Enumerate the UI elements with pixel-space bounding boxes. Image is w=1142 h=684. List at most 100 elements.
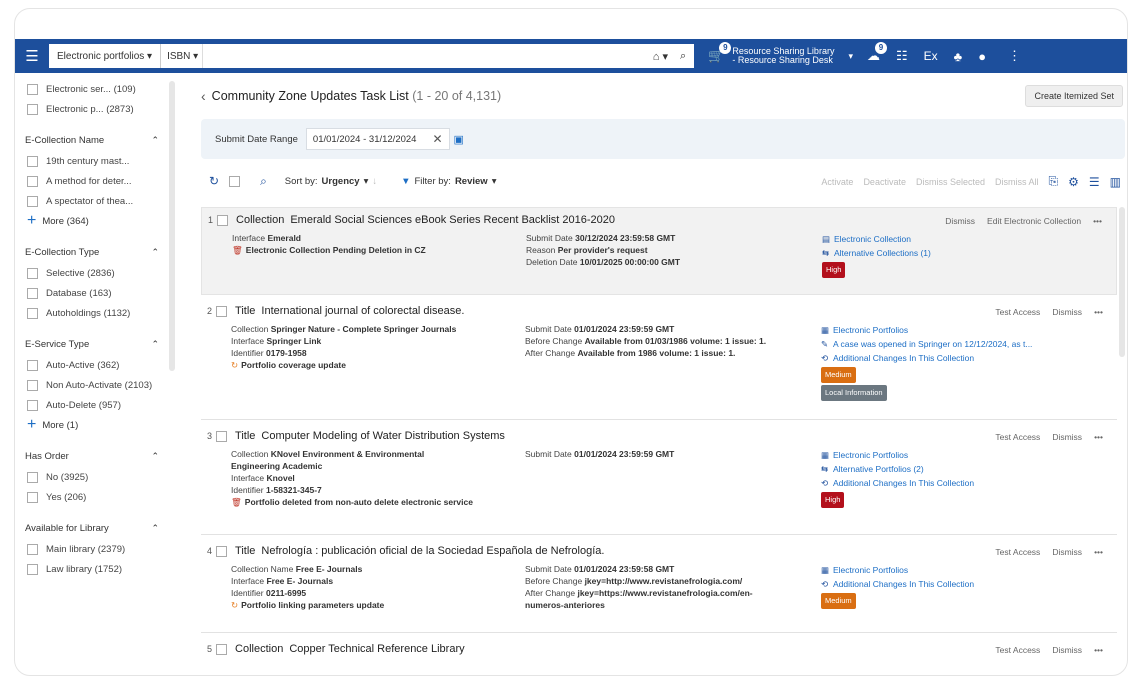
dismiss-all-button[interactable]: Dismiss All [995, 177, 1039, 187]
row-link[interactable]: ▦ Electronic Portfolios [821, 563, 1091, 577]
checkbox[interactable] [27, 359, 38, 371]
row-action-button[interactable]: Dismiss [945, 216, 975, 226]
link-text[interactable]: Electronic Portfolios [833, 325, 908, 335]
search-icon[interactable]: ⌕ [680, 50, 686, 63]
link-text[interactable]: A case was opened in Springer on 12/12/2… [833, 339, 1032, 349]
date-range-input[interactable]: 01/01/2024 - 31/12/2024 ✕ [305, 128, 450, 150]
deactivate-button[interactable]: Deactivate [863, 177, 906, 187]
checkbox[interactable] [27, 103, 38, 115]
row-checkbox[interactable] [216, 643, 228, 655]
facet-item[interactable]: Electronic p... (2873) [15, 99, 183, 119]
row-action-button[interactable]: Edit Electronic Collection [987, 216, 1081, 226]
facet-item[interactable]: Auto-Delete (957) [15, 395, 183, 415]
search-input[interactable]: ⌂ ▾ ⌕ [202, 44, 695, 68]
link-text[interactable]: Additional Changes In This Collection [833, 353, 974, 363]
row-title[interactable]: Nefrología : publicación oficial de la S… [261, 545, 604, 557]
collapse-chevron-icon[interactable]: ⌃ [151, 523, 159, 534]
row-action-button[interactable]: Test Access [995, 307, 1040, 317]
row-checkbox[interactable] [216, 305, 228, 317]
clear-icon[interactable]: ✕ [432, 132, 442, 146]
facet-more-link[interactable]: + More (1) [15, 415, 183, 435]
checkbox[interactable] [27, 195, 38, 207]
sort-select[interactable]: Urgency [322, 176, 360, 187]
flame-icon[interactable]: ♣ [954, 49, 963, 64]
resource-sharing-desk-select[interactable]: Resource Sharing Library - Resource Shar… [732, 47, 834, 65]
row-link[interactable]: ⟲ Additional Changes In This Collection [821, 577, 1091, 591]
checkbox[interactable] [27, 287, 38, 299]
activate-button[interactable]: Activate [821, 177, 853, 187]
list-view-icon[interactable]: ☰ [1089, 175, 1100, 189]
checkbox[interactable] [27, 491, 38, 503]
row-action-button[interactable]: Test Access [995, 432, 1040, 442]
facet-item[interactable]: Autoholdings (1132) [15, 303, 183, 323]
row-action-button[interactable]: ••• [1093, 216, 1102, 226]
search-field-select[interactable]: ISBN ▾ [161, 44, 203, 68]
link-text[interactable]: Electronic Portfolios [833, 565, 908, 575]
sort-order-icon[interactable]: ↓ [372, 176, 377, 187]
export-icon[interactable]: ⎘ [1049, 174, 1059, 189]
clipboard-icon[interactable]: ☷ [896, 48, 908, 64]
row-action-button[interactable]: Test Access [995, 547, 1040, 557]
row-action-button[interactable]: ••• [1094, 432, 1103, 442]
checkbox[interactable] [27, 399, 38, 411]
alma-logo-icon[interactable]: ☰ [15, 39, 49, 73]
row-link[interactable]: ▦ Electronic Portfolios [821, 448, 1091, 462]
facet-item[interactable]: 19th century mast... [15, 151, 183, 171]
calendar-icon[interactable]: ▣ [454, 133, 464, 146]
collapse-chevron-icon[interactable]: ⌃ [151, 135, 159, 146]
link-text[interactable]: Electronic Collection [834, 234, 911, 244]
checkbox[interactable] [27, 175, 38, 187]
checkbox[interactable] [27, 307, 38, 319]
task-row[interactable]: 2 Title International journal of colorecta… [201, 299, 1117, 420]
sort-chevron-icon[interactable]: ▾ [364, 176, 369, 187]
sidebar-scrollbar[interactable] [169, 81, 175, 371]
row-checkbox[interactable] [216, 430, 228, 442]
row-checkbox[interactable] [216, 545, 228, 557]
filter-select[interactable]: Review [455, 176, 488, 187]
row-link[interactable]: ⇆ Alternative Portfolios (2) [821, 462, 1091, 476]
collapse-chevron-icon[interactable]: ⌃ [151, 247, 159, 258]
facet-item[interactable]: Yes (206) [15, 487, 183, 507]
row-link[interactable]: ⇆ Alternative Collections (1) [822, 246, 1092, 260]
row-checkbox[interactable] [217, 214, 229, 226]
facet-item[interactable]: No (3925) [15, 467, 183, 487]
ex-libris-label[interactable]: Ex [924, 49, 938, 63]
row-action-button[interactable]: Dismiss [1052, 547, 1082, 557]
rs-chevron-icon[interactable]: ▾ [848, 51, 853, 62]
more-vert-icon[interactable]: ⋮ [1008, 48, 1021, 64]
back-icon[interactable]: ‹ [201, 88, 206, 104]
facet-item[interactable]: Auto-Active (362) [15, 355, 183, 375]
refresh-icon[interactable]: ↻ [209, 174, 219, 188]
row-link[interactable]: ⟲ Additional Changes In This Collection [821, 476, 1091, 490]
row-link[interactable]: ▦ Electronic Portfolios [821, 323, 1091, 337]
split-view-icon[interactable]: ▥ [1110, 175, 1121, 189]
list-scrollbar[interactable] [1119, 207, 1125, 357]
facet-item[interactable]: Law library (1752) [15, 559, 183, 579]
row-action-button[interactable]: Dismiss [1052, 307, 1082, 317]
checkbox[interactable] [27, 83, 38, 95]
create-itemized-set-button[interactable]: Create Itemized Set [1025, 85, 1123, 107]
search-list-icon[interactable]: ⌕ [260, 174, 267, 189]
facet-more-link[interactable]: + More (364) [15, 211, 183, 231]
row-title[interactable]: International journal of colorectal dise… [261, 305, 464, 317]
row-title[interactable]: Emerald Social Sciences eBook Series Rec… [290, 214, 615, 226]
link-text[interactable]: Alternative Portfolios (2) [833, 464, 924, 474]
collapse-chevron-icon[interactable]: ⌃ [151, 339, 159, 350]
facet-group-header[interactable]: Has Order ⌃ [15, 445, 183, 467]
row-link[interactable]: ⟲ Additional Changes In This Collection [821, 351, 1091, 365]
row-title[interactable]: Copper Technical Reference Library [289, 643, 464, 655]
checkbox[interactable] [27, 563, 38, 575]
task-row[interactable]: 1 Collection Emerald Social Sciences eBook… [201, 207, 1117, 295]
facet-item[interactable]: Main library (2379) [15, 539, 183, 559]
task-row[interactable]: 4 Title Nefrología : publicación oficial d… [201, 539, 1117, 633]
facet-group-header[interactable]: E-Service Type ⌃ [15, 333, 183, 355]
facet-item[interactable]: Non Auto-Activate (2103) [15, 375, 183, 395]
link-text[interactable]: Alternative Collections (1) [834, 248, 931, 258]
row-action-button[interactable]: Dismiss [1052, 432, 1082, 442]
row-action-button[interactable]: ••• [1094, 645, 1103, 655]
search-scope-select[interactable]: Electronic portfolios ▾ [49, 44, 162, 68]
dismiss-selected-button[interactable]: Dismiss Selected [916, 177, 985, 187]
link-text[interactable]: Additional Changes In This Collection [833, 478, 974, 488]
link-text[interactable]: Electronic Portfolios [833, 450, 908, 460]
facet-group-header[interactable]: E-Collection Name ⌃ [15, 129, 183, 151]
